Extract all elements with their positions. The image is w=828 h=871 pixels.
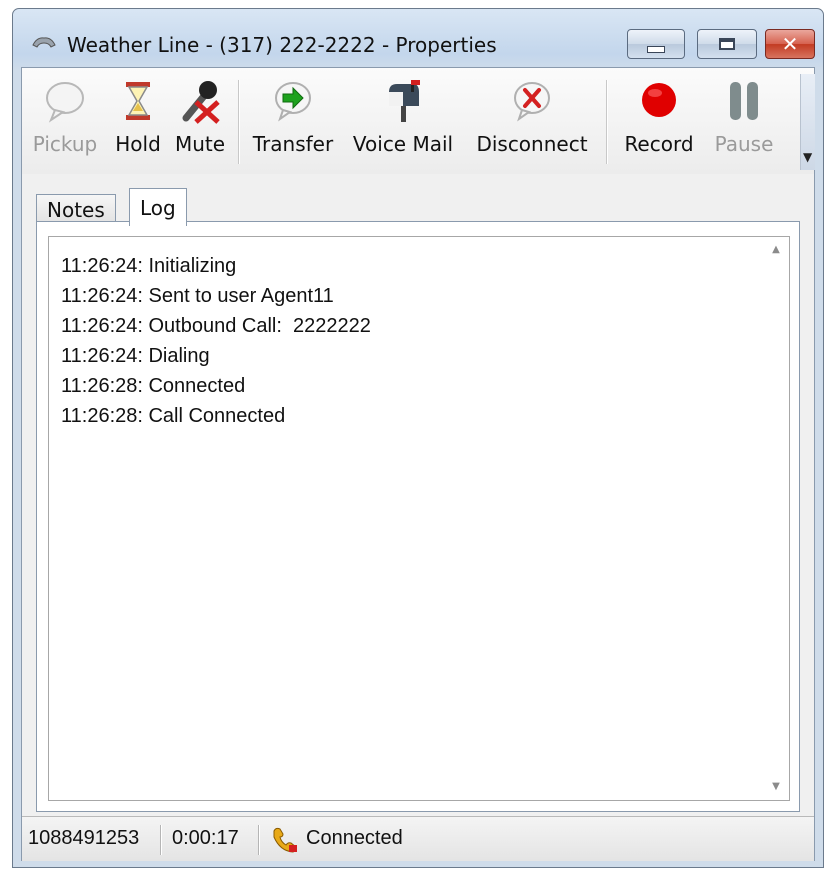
scroll-down-icon[interactable]: ▼ bbox=[769, 780, 783, 794]
transfer-arrow-icon bbox=[275, 82, 311, 122]
window-title: Weather Line - (317) 222-2222 - Properti… bbox=[67, 33, 497, 57]
transfer-label: Transfer bbox=[252, 132, 334, 156]
phone-handset-icon bbox=[32, 37, 56, 48]
transfer-button[interactable]: Transfer bbox=[248, 74, 338, 170]
phone-connected-icon bbox=[273, 827, 297, 853]
toolbar-separator bbox=[238, 80, 240, 164]
speech-bubble-icon bbox=[46, 82, 84, 123]
call-duration: 0:00:17 bbox=[172, 827, 239, 849]
call-state: Connected bbox=[306, 827, 403, 849]
pickup-button[interactable]: Pickup bbox=[24, 74, 106, 170]
pause-button[interactable]: Pause bbox=[704, 74, 784, 170]
toolbar-overflow-button[interactable]: ▼ bbox=[800, 74, 815, 170]
log-tab-panel: 11:26:24: Initializing 11:26:24: Sent to… bbox=[36, 221, 800, 812]
mute-button[interactable]: Mute bbox=[168, 74, 232, 170]
record-dot-icon bbox=[642, 83, 676, 117]
close-button[interactable]: ✕ bbox=[765, 29, 815, 59]
disconnect-icon bbox=[514, 82, 550, 122]
voice-mail-label: Voice Mail bbox=[352, 132, 454, 156]
log-line: 11:26:28: Call Connected bbox=[61, 405, 286, 427]
pause-label: Pause bbox=[714, 132, 774, 156]
disconnect-button[interactable]: Disconnect bbox=[466, 74, 598, 170]
call-toolbar: Pickup Hold Mute Transfer Voice Mail Dis… bbox=[22, 68, 815, 174]
close-icon: ✕ bbox=[781, 32, 799, 56]
status-separator bbox=[160, 825, 162, 855]
log-textarea[interactable]: 11:26:24: Initializing 11:26:24: Sent to… bbox=[48, 236, 790, 801]
call-id: 1088491253 bbox=[28, 827, 140, 849]
minimize-icon bbox=[647, 45, 665, 53]
hold-label: Hold bbox=[115, 132, 161, 156]
log-line: 11:26:24: Dialing bbox=[61, 345, 210, 367]
hold-button[interactable]: Hold bbox=[110, 74, 166, 170]
status-separator bbox=[258, 825, 260, 855]
log-line: 11:26:28: Connected bbox=[61, 375, 246, 397]
maximize-button[interactable] bbox=[697, 29, 757, 59]
window-client-area: Pickup Hold Mute Transfer Voice Mail Dis… bbox=[21, 67, 815, 861]
status-bar: 1088491253 0:00:17 Connected bbox=[22, 816, 814, 861]
tab-notes[interactable]: Notes bbox=[36, 194, 116, 224]
vertical-scrollbar[interactable]: ▲ ▼ bbox=[763, 237, 789, 800]
record-label: Record bbox=[624, 132, 694, 156]
tab-strip: Notes Log bbox=[22, 182, 814, 226]
pickup-label: Pickup bbox=[32, 132, 98, 156]
voice-mail-button[interactable]: Voice Mail bbox=[344, 74, 462, 170]
title-bar[interactable]: Weather Line - (317) 222-2222 - Properti… bbox=[13, 9, 823, 69]
log-lines: 11:26:24: Initializing 11:26:24: Sent to… bbox=[61, 251, 371, 431]
tab-log[interactable]: Log bbox=[129, 188, 187, 226]
maximize-icon bbox=[719, 38, 735, 50]
hourglass-icon bbox=[126, 82, 150, 120]
log-line: 11:26:24: Outbound Call: 2222222 bbox=[61, 315, 371, 337]
log-line: 11:26:24: Initializing bbox=[61, 255, 237, 277]
disconnect-label: Disconnect bbox=[476, 132, 588, 156]
microphone-muted-icon bbox=[182, 81, 220, 124]
chevron-down-icon: ▼ bbox=[803, 150, 813, 164]
scroll-up-icon[interactable]: ▲ bbox=[769, 243, 783, 257]
properties-window: Weather Line - (317) 222-2222 - Properti… bbox=[12, 8, 824, 868]
minimize-button[interactable] bbox=[627, 29, 685, 59]
mailbox-icon bbox=[389, 80, 420, 122]
log-line: 11:26:24: Sent to user Agent11 bbox=[61, 285, 334, 307]
mute-label: Mute bbox=[174, 132, 226, 156]
toolbar-separator bbox=[606, 80, 608, 164]
pause-icon bbox=[730, 82, 758, 120]
record-button[interactable]: Record bbox=[616, 74, 702, 170]
